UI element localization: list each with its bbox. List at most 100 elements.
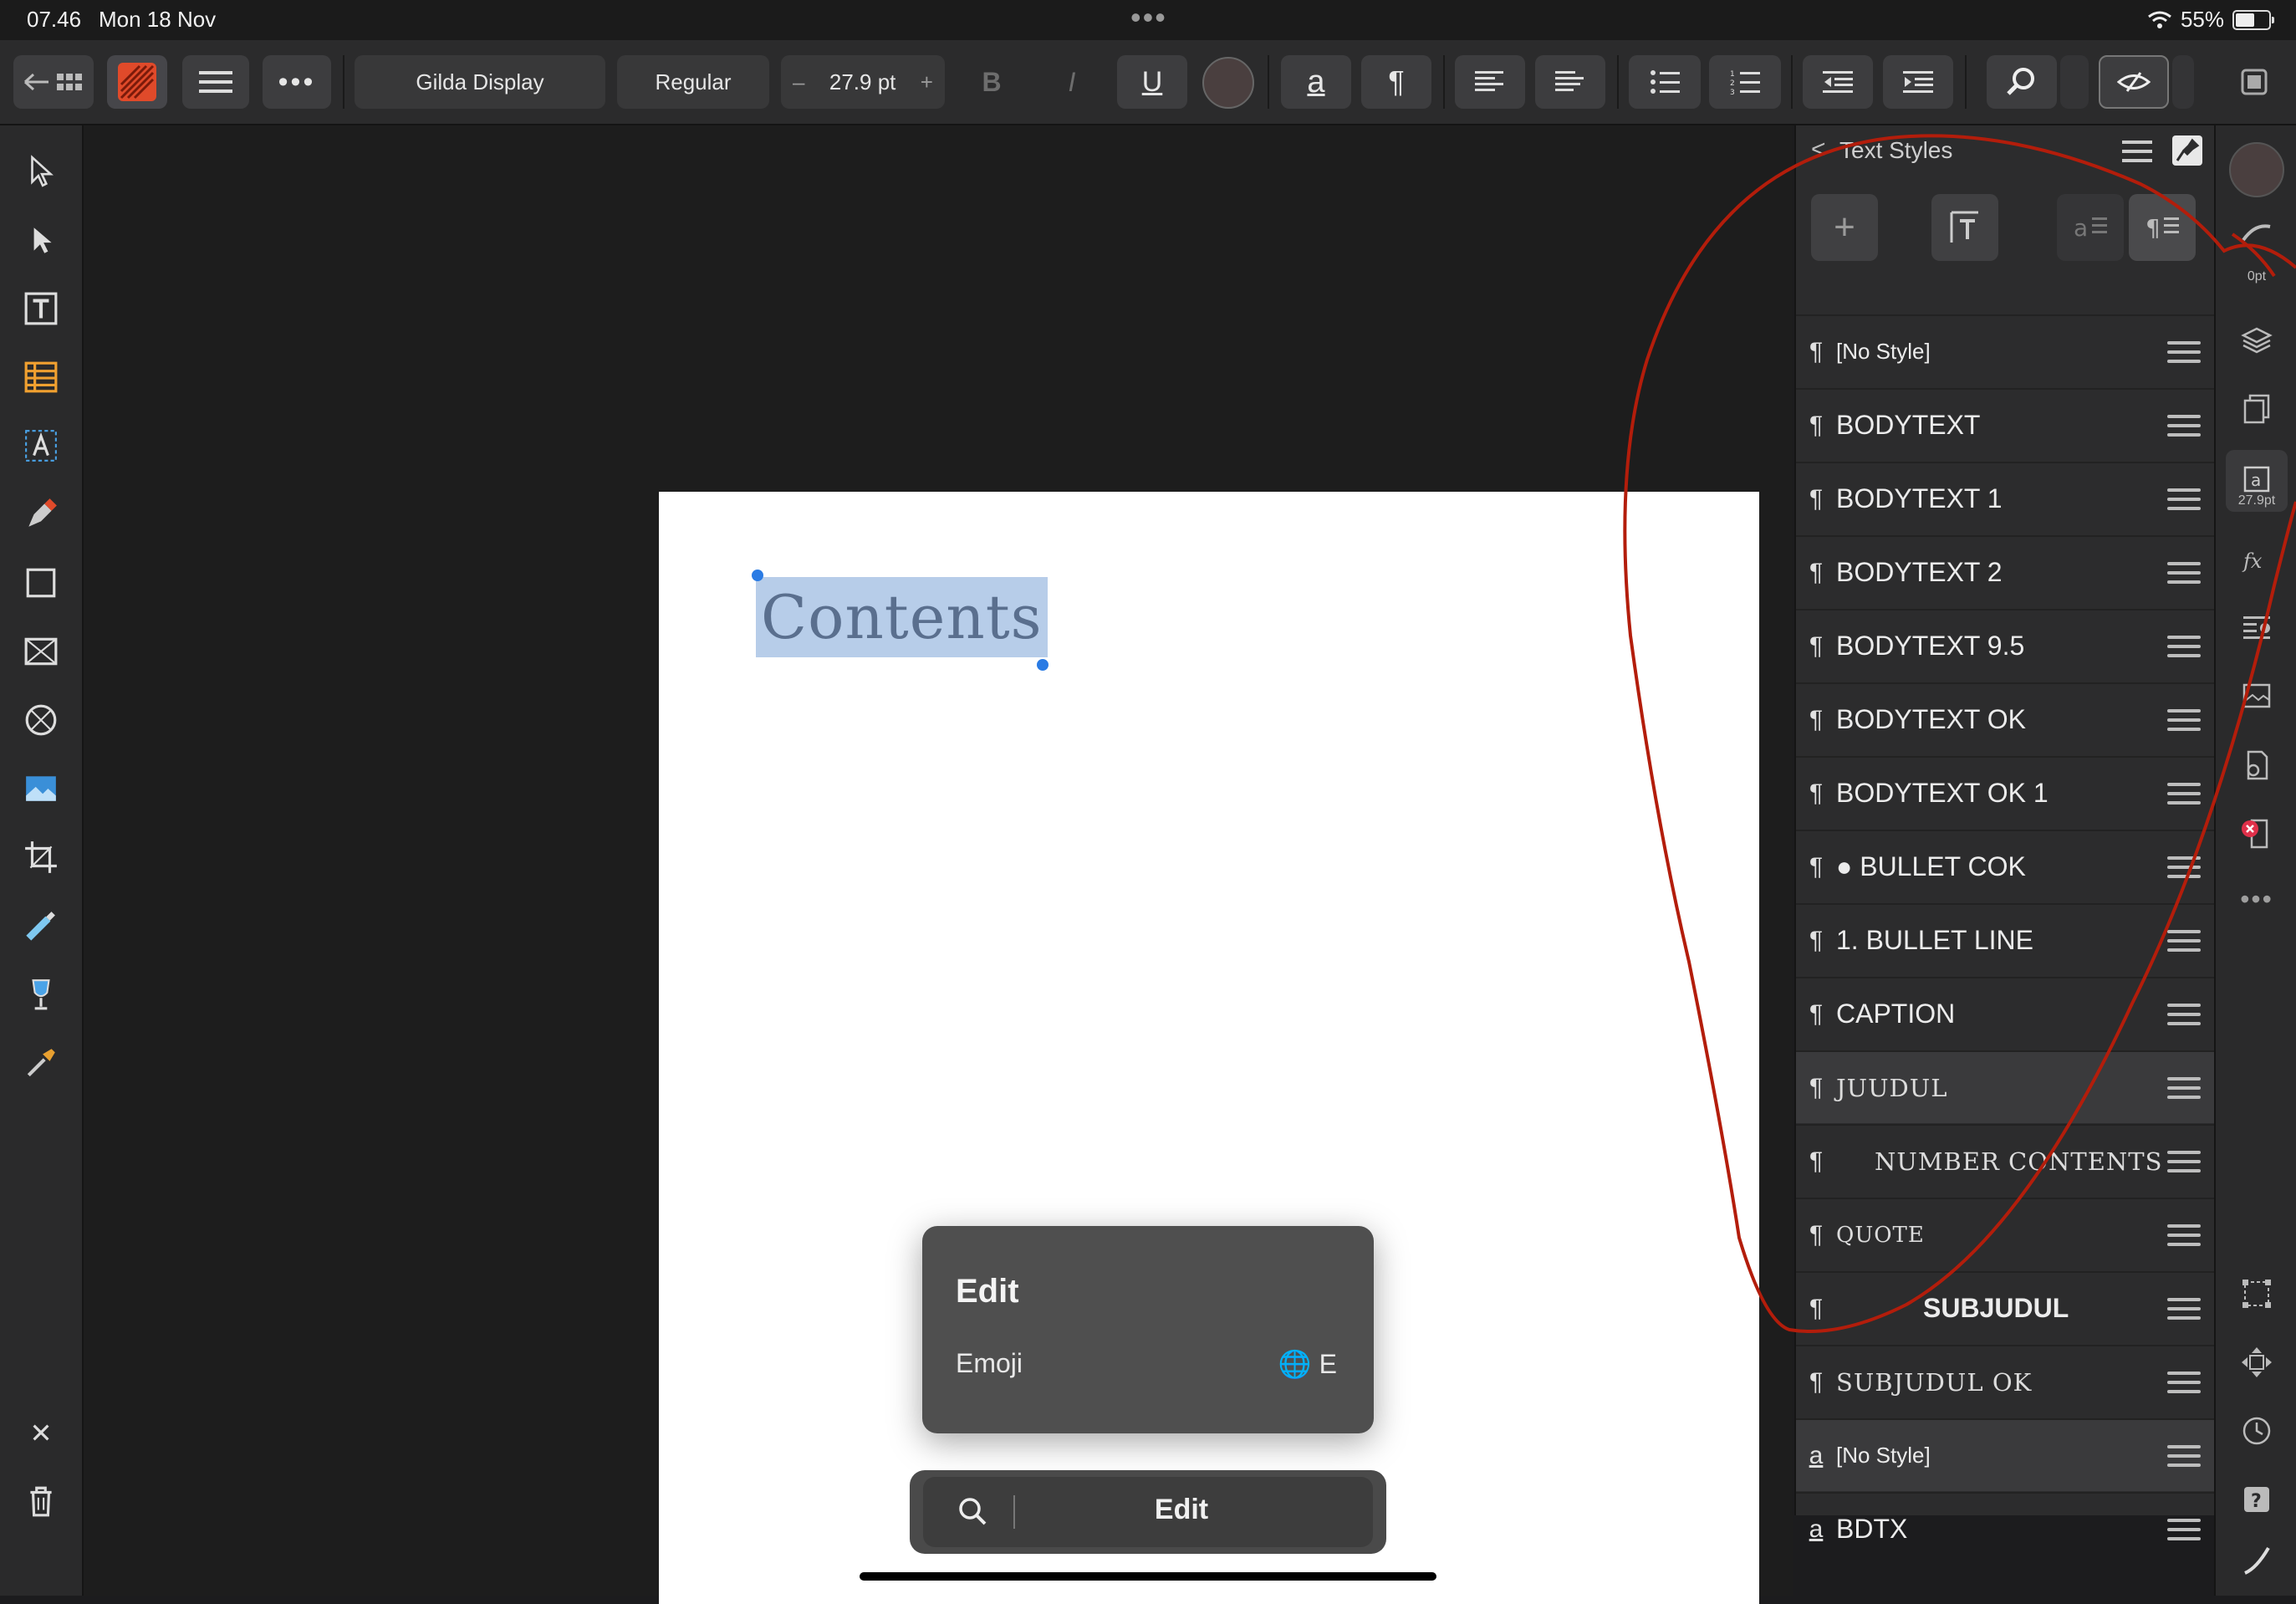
picture-frame-tool[interactable]	[20, 631, 62, 672]
pages-button[interactable]	[2236, 388, 2278, 430]
style-row[interactable]: ¶ BODYTEXT 1	[1796, 462, 2214, 534]
style-row[interactable]: ¶ QUOTE	[1796, 1198, 2214, 1270]
font-style-field[interactable]: Regular	[617, 55, 769, 109]
text-wrap-button[interactable]	[2236, 607, 2278, 649]
close-button[interactable]	[20, 1412, 62, 1453]
move-tool[interactable]	[20, 151, 62, 192]
create-from-selection-button[interactable]	[1931, 194, 1998, 261]
panel-menu-icon[interactable]	[2122, 139, 2152, 164]
help-button[interactable]: ?	[2236, 1479, 2278, 1520]
preview-mode-button[interactable]	[2099, 55, 2169, 109]
fill-color-swatch[interactable]	[2229, 142, 2284, 197]
view-options-button[interactable]	[2172, 55, 2194, 109]
style-row[interactable]: ¶ [No Style]	[1796, 314, 2214, 387]
style-row[interactable]: ¶ BODYTEXT OK 1	[1796, 756, 2214, 829]
bullet-list-button[interactable]	[1629, 55, 1701, 109]
style-row[interactable]: ¶ SUBJUDUL	[1796, 1271, 2214, 1344]
color-picker-tool[interactable]	[20, 1042, 62, 1084]
table-tool[interactable]	[20, 356, 62, 398]
style-options-icon[interactable]	[2167, 1297, 2201, 1320]
style-row[interactable]: ¶ SUBJUDUL OK	[1796, 1345, 2214, 1418]
font-size-stepper[interactable]: – 27.9 pt +	[781, 55, 945, 109]
add-style-button[interactable]: +	[1811, 194, 1878, 261]
text-color-swatch[interactable]	[1202, 57, 1254, 109]
find-options-button[interactable]	[2060, 55, 2089, 109]
place-image-tool[interactable]	[20, 768, 62, 810]
find-replace-button[interactable]	[1987, 55, 2057, 109]
history-button[interactable]	[2236, 1410, 2278, 1452]
effects-button[interactable]: fx	[2236, 539, 2278, 580]
style-options-icon[interactable]	[2167, 929, 2201, 952]
character-style-button[interactable]: a	[1281, 55, 1351, 109]
style-row[interactable]: ¶ BODYTEXT OK	[1796, 682, 2214, 755]
style-options-icon[interactable]	[2167, 561, 2201, 584]
style-row[interactable]: ¶ CAPTION	[1796, 977, 2214, 1050]
frame-text-tool[interactable]	[20, 288, 62, 329]
preflight-button[interactable]	[2236, 813, 2278, 855]
style-row[interactable]: ¶ NUMBER CONTENTS	[1796, 1124, 2214, 1197]
style-options-icon[interactable]	[2167, 635, 2201, 657]
panel-back-button[interactable]: <	[1811, 135, 1826, 164]
stroke-button[interactable]	[2236, 214, 2278, 256]
italic-button[interactable]: I	[1038, 55, 1105, 109]
style-options-icon[interactable]	[2167, 488, 2201, 510]
style-options-icon[interactable]	[2167, 1223, 2201, 1246]
style-options-icon[interactable]	[2167, 708, 2201, 731]
style-options-icon[interactable]	[2167, 1003, 2201, 1025]
style-row[interactable]: ¶ 1. BULLET LINE	[1796, 903, 2214, 976]
style-row[interactable]: a BDTX	[1796, 1492, 2214, 1565]
document-page[interactable]	[659, 492, 1759, 1604]
layers-button[interactable]	[2236, 319, 2278, 361]
style-options-icon[interactable]	[2167, 1150, 2201, 1172]
style-options-icon[interactable]	[2167, 414, 2201, 437]
increase-indent-button[interactable]	[1883, 55, 1953, 109]
more-options-button[interactable]: •••	[263, 55, 331, 109]
resource-manager-button[interactable]	[2236, 744, 2278, 786]
style-options-icon[interactable]	[2167, 1371, 2201, 1393]
edit-menu-button[interactable]: Edit	[923, 1494, 1373, 1526]
style-options-icon[interactable]	[2167, 340, 2201, 363]
bold-button[interactable]: B	[958, 55, 1025, 109]
navigator-button[interactable]	[2236, 1341, 2278, 1383]
font-size-decrease[interactable]: –	[793, 69, 804, 95]
transparency-tool[interactable]	[20, 973, 62, 1015]
style-row[interactable]: ¶ JUUDUL	[1796, 1050, 2214, 1123]
more-studios-button[interactable]: •••	[2236, 878, 2278, 920]
crop-tool[interactable]	[20, 836, 62, 878]
underline-button[interactable]: U	[1117, 55, 1187, 109]
style-options-icon[interactable]	[2167, 856, 2201, 878]
publisher-persona-button[interactable]	[107, 55, 167, 109]
pin-icon[interactable]	[2171, 134, 2204, 167]
delete-button[interactable]	[20, 1480, 62, 1522]
main-menu-button[interactable]	[182, 55, 249, 109]
style-options-icon[interactable]	[2167, 1444, 2201, 1467]
back-to-documents-button[interactable]	[13, 55, 94, 109]
style-row[interactable]: ¶ ● BULLET COK	[1796, 830, 2214, 902]
font-size-value[interactable]: 27.9 pt	[829, 69, 896, 95]
fill-tool[interactable]	[20, 905, 62, 947]
font-size-increase[interactable]: +	[921, 69, 933, 95]
selected-text-contents[interactable]: Contents	[756, 577, 1048, 657]
character-styles-filter-button[interactable]: a	[2057, 194, 2124, 261]
style-options-icon[interactable]	[2167, 1076, 2201, 1099]
justify-options-button[interactable]	[1535, 55, 1605, 109]
text-selection-start-handle[interactable]	[752, 570, 763, 581]
multitasking-dots-icon[interactable]: •••	[1130, 0, 1167, 35]
style-row[interactable]: ¶ BODYTEXT 2	[1796, 535, 2214, 608]
paragraph-style-button[interactable]: ¶	[1361, 55, 1431, 109]
home-indicator[interactable]	[860, 1572, 1436, 1581]
style-options-icon[interactable]	[2167, 782, 2201, 805]
fullscreen-button[interactable]	[2229, 55, 2279, 109]
text-selection-end-handle[interactable]	[1037, 659, 1049, 671]
emoji-menu-item[interactable]: Emoji	[956, 1348, 1023, 1379]
decrease-indent-button[interactable]	[1803, 55, 1873, 109]
style-row[interactable]: ¶ BODYTEXT 9.5	[1796, 609, 2214, 682]
transform-button[interactable]	[2236, 1273, 2278, 1315]
pen-tool[interactable]	[20, 493, 62, 535]
rectangle-tool[interactable]	[20, 562, 62, 604]
style-options-icon[interactable]	[2167, 1518, 2201, 1540]
stock-button[interactable]	[2236, 676, 2278, 718]
node-tool[interactable]	[20, 219, 62, 261]
font-family-field[interactable]: Gilda Display	[355, 55, 605, 109]
ellipse-frame-tool[interactable]	[20, 699, 62, 741]
